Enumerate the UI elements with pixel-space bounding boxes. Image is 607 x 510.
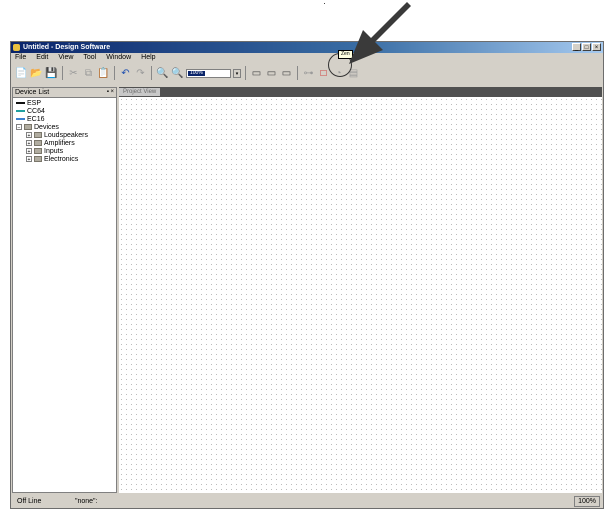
connection-status: Off Line [17, 498, 42, 505]
selection-status: "none": [75, 498, 98, 505]
tree-item-cc64[interactable]: CC64 [16, 108, 88, 116]
zoom-in-icon[interactable]: 🔍 [156, 67, 169, 80]
folder-icon [34, 148, 42, 155]
menu-edit[interactable]: Edit [36, 53, 48, 63]
speck [324, 3, 325, 4]
tree-item-inputs[interactable]: + Inputs [16, 148, 88, 156]
menu-file[interactable]: File [15, 53, 26, 63]
folder-icon [34, 132, 42, 139]
view-layout-3-icon[interactable]: ▭ [280, 67, 293, 80]
expand-icon[interactable]: + [26, 140, 32, 147]
maximize-button[interactable]: □ [582, 43, 591, 51]
tree-item-label: Electronics [44, 156, 79, 163]
tree-item-label: CC64 [27, 108, 45, 115]
status-bar: Off Line "none": 100% [11, 493, 603, 508]
menu-tool[interactable]: Tool [83, 53, 96, 63]
toolbar: 📄 📂 💾 ✂ ⧉ 📋 ↶ ↷ 🔍 🔍 100% ▾ ▭ ▭ ▭ ⊶ □ ◔ ▤ [11, 64, 603, 82]
menu-bar: File Edit View Tool Window Help [11, 53, 603, 63]
zoom-select[interactable]: 100% [186, 68, 231, 78]
device-line-icon [16, 118, 25, 121]
toolbar-separator [114, 66, 115, 80]
zoom-value: 100% [188, 69, 205, 76]
device-line-icon [16, 102, 25, 105]
panel-controls[interactable]: ▪ × [107, 89, 114, 96]
toolbar-separator [245, 66, 246, 80]
expand-icon[interactable]: + [26, 148, 32, 155]
folder-icon [34, 156, 42, 163]
folder-icon [34, 140, 42, 147]
title-bar: Untitled - Design Software _ □ × [11, 42, 603, 53]
app-icon [13, 44, 20, 51]
expand-icon[interactable]: + [26, 132, 32, 139]
toolbar-separator [297, 66, 298, 80]
zoom-dropdown-icon[interactable]: ▾ [233, 68, 241, 78]
tree-item-label: Amplifiers [44, 140, 75, 147]
menu-view[interactable]: View [58, 53, 73, 63]
minimize-button[interactable]: _ [572, 43, 581, 51]
collapse-icon[interactable]: − [16, 124, 22, 131]
tab-project-view[interactable]: Project View [119, 88, 161, 96]
redo-icon[interactable]: ↷ [134, 67, 147, 80]
device-list-header: Device List ▪ × [13, 88, 116, 98]
tree-item-electronics[interactable]: + Electronics [16, 156, 88, 164]
tree-item-amplifiers[interactable]: + Amplifiers [16, 140, 88, 148]
copy-icon[interactable]: ⧉ [82, 67, 95, 80]
open-folder-icon[interactable]: 📂 [30, 67, 43, 80]
folder-icon [24, 124, 32, 131]
window-title: Untitled - Design Software [23, 44, 111, 51]
tree-item-label: Loudspeakers [44, 132, 88, 139]
tree-item-esp[interactable]: ESP [16, 100, 88, 108]
tree-item-label: EC16 [27, 116, 45, 123]
connect-tool-icon[interactable]: ⊶ [302, 67, 315, 80]
undo-icon[interactable]: ↶ [119, 67, 132, 80]
menu-window[interactable]: Window [106, 53, 131, 63]
device-tree: ESP CC64 EC16 − Devices + Loudspeakers + Am… [16, 100, 88, 164]
tree-item-label: Devices [34, 124, 59, 131]
tree-item-loudspeakers[interactable]: + Loudspeakers [16, 132, 88, 140]
tree-item-devices[interactable]: − Devices [16, 124, 88, 132]
annotation-arrow-icon [349, 2, 411, 64]
view-layout-1-icon[interactable]: ▭ [250, 67, 263, 80]
window-controls: _ □ × [572, 43, 601, 51]
save-icon[interactable]: 💾 [45, 67, 58, 80]
new-file-icon[interactable]: 📄 [15, 67, 28, 80]
device-list-panel: Device List ▪ × ESP CC64 EC16 − Devices +… [12, 87, 117, 493]
tree-item-ec16[interactable]: EC16 [16, 116, 88, 124]
toolbar-separator [62, 66, 63, 80]
device-line-icon [16, 110, 25, 113]
zoom-out-icon[interactable]: 🔍 [171, 67, 184, 80]
toolbar-separator [151, 66, 152, 80]
app-window: Untitled - Design Software _ □ × File Ed… [10, 41, 604, 509]
project-view: Project View [119, 87, 602, 493]
zoom-status: 100% [574, 496, 600, 507]
paste-icon[interactable]: 📋 [97, 67, 110, 80]
expand-icon[interactable]: + [26, 156, 32, 163]
device-list-title: Device List [15, 89, 50, 96]
view-layout-2-icon[interactable]: ▭ [265, 67, 278, 80]
tree-item-label: Inputs [44, 148, 64, 155]
menu-help[interactable]: Help [141, 53, 155, 63]
cut-icon[interactable]: ✂ [67, 67, 80, 80]
tree-item-label: ESP [27, 100, 42, 107]
close-button[interactable]: × [592, 43, 601, 51]
design-canvas[interactable] [119, 97, 602, 493]
